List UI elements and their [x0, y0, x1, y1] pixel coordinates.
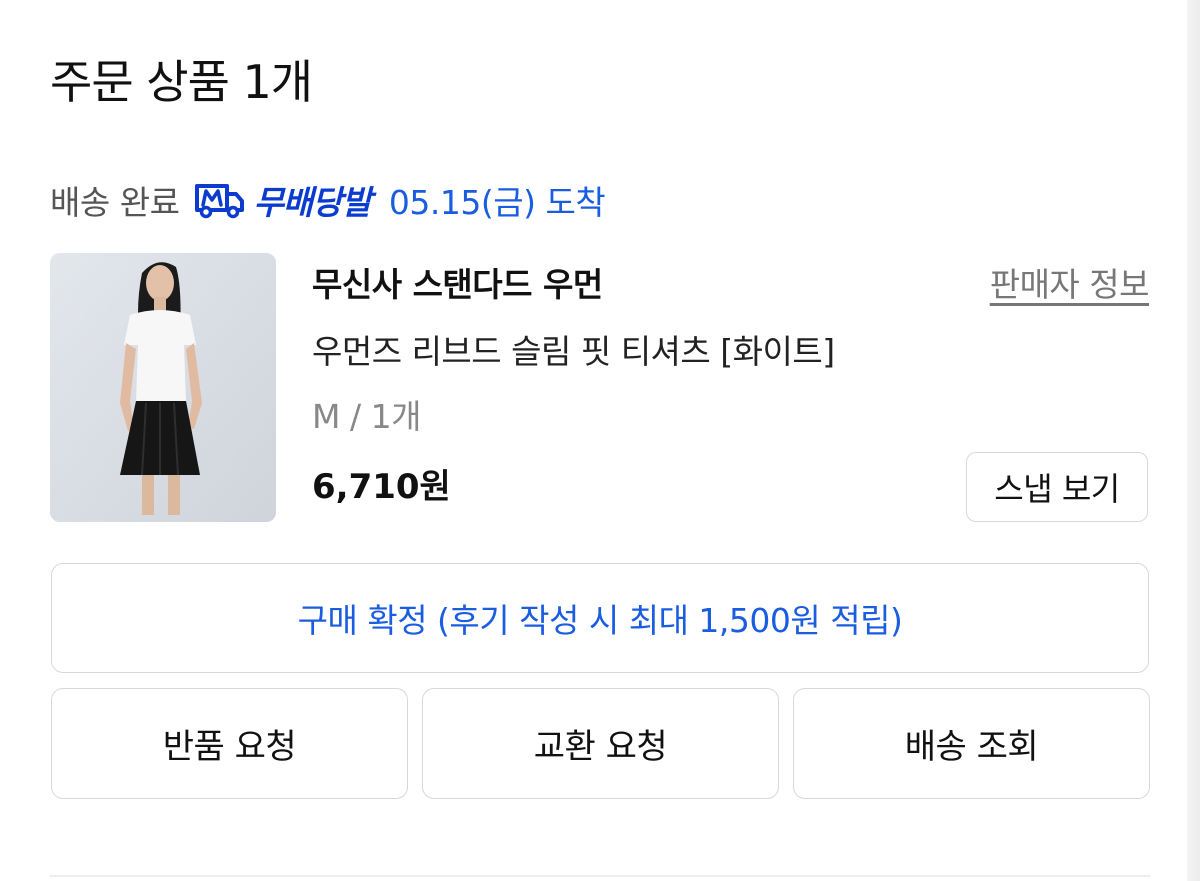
free-shipping-brand-label: 무배당발 [253, 183, 371, 222]
exchange-request-button[interactable]: 교환 요청 [422, 688, 779, 799]
return-request-button[interactable]: 반품 요청 [51, 688, 408, 799]
product-image[interactable] [50, 253, 276, 522]
arrival-date: 05.15(금) 도착 [388, 183, 606, 222]
product-name[interactable]: 우먼즈 리브드 슬림 핏 티셔츠 [화이트] [312, 328, 835, 376]
delivery-tracking-button[interactable]: 배송 조회 [793, 688, 1150, 799]
purchase-confirm-button[interactable]: 구매 확정 (후기 작성 시 최대 1,500원 적립) [51, 563, 1149, 673]
delivery-status-row: 배송 완료 무배당발 05.15(금) 도착 [50, 175, 606, 225]
section-divider [50, 875, 1150, 877]
seller-info-link[interactable]: 판매자 정보 [990, 261, 1150, 309]
order-items-title: 주문 상품 1개 [50, 55, 313, 109]
truck-m-icon [193, 180, 245, 220]
delivery-status-text: 배송 완료 [50, 183, 180, 222]
product-option: M / 1개 [312, 397, 421, 436]
snap-view-button[interactable]: 스냅 보기 [966, 452, 1148, 522]
scroll-edge [1187, 0, 1200, 881]
product-price: 6,710원 [312, 467, 451, 507]
seller-name[interactable]: 무신사 스탠다드 우먼 [312, 261, 603, 309]
